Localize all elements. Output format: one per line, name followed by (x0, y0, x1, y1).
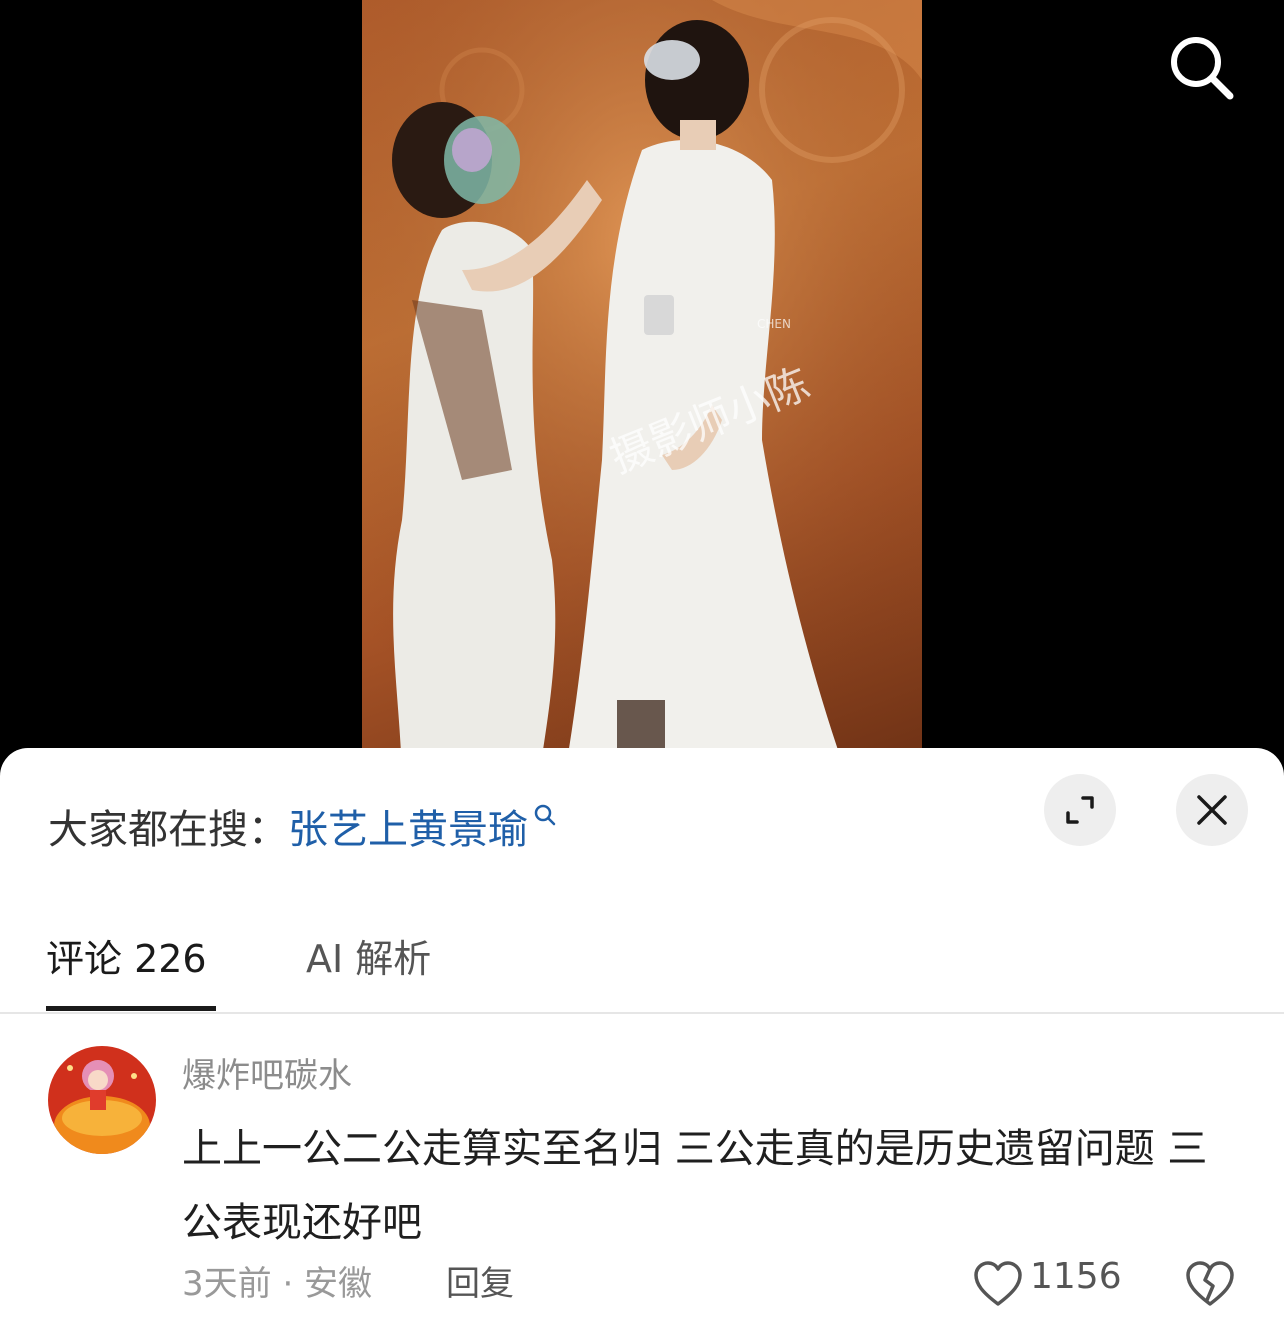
trending-search-bar: 大家都在搜： 张艺上黄景瑜 (48, 796, 558, 856)
close-button[interactable] (1176, 774, 1248, 846)
like-count: 1156 (1030, 1256, 1122, 1297)
comment-sheet: 大家都在搜： 张艺上黄景瑜 评论 226 AI 解析 爆炸吧碳水 上上一公二公走… (0, 748, 1284, 1332)
close-icon (1197, 795, 1227, 825)
comment-meta: 3天前 · 安徽 (182, 1264, 373, 1304)
comment-tabs: 评论 226 AI 解析 (0, 918, 1284, 1014)
comment-body: 上上一公二公走算实至名归 三公走真的是历史遗留问题 三公表现还好吧 (182, 1126, 1208, 1246)
video-still-image: 摄影师小陈 CHEN (362, 0, 922, 790)
dislike-button[interactable] (1184, 1260, 1236, 1308)
tab-comments[interactable]: 评论 226 (46, 928, 207, 983)
tab-ai-analysis[interactable]: AI 解析 (306, 928, 431, 983)
expand-icon (1066, 796, 1094, 824)
avatar-image (48, 1046, 156, 1154)
small-search-icon (534, 804, 556, 826)
search-icon (1171, 37, 1234, 100)
watermark-small-text: CHEN (757, 317, 791, 331)
video-player[interactable]: 摄影师小陈 CHEN (0, 0, 1284, 790)
reply-button[interactable]: 回复 (446, 1256, 514, 1305)
heart-icon (974, 1261, 1022, 1306)
comment-username[interactable]: 爆炸吧碳水 (182, 1048, 352, 1097)
expand-button[interactable] (1044, 774, 1116, 846)
trending-query-link[interactable]: 张艺上黄景瑜 (288, 797, 528, 855)
like-button[interactable] (972, 1260, 1024, 1308)
broken-heart-icon (1186, 1261, 1234, 1306)
avatar[interactable] (48, 1046, 156, 1154)
active-tab-indicator (46, 1006, 216, 1011)
video-frame[interactable]: 摄影师小陈 CHEN (362, 0, 922, 790)
trending-label: 大家都在搜： (48, 807, 288, 853)
search-button[interactable] (1162, 30, 1238, 106)
